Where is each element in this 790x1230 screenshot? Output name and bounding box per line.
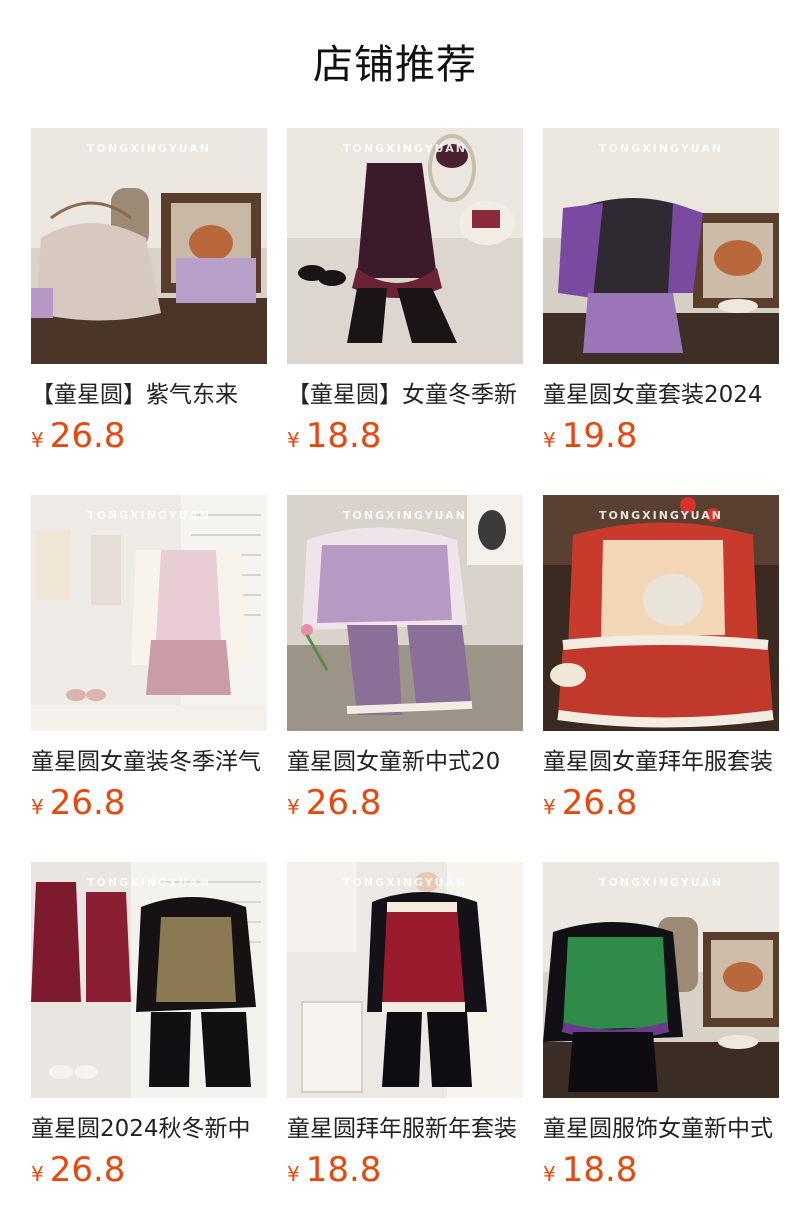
product-card[interactable]: TONGXINGYUAN 童星圆女童拜年服套装 ¥26.8	[543, 495, 779, 823]
brand-watermark: TONGXINGYUAN	[343, 142, 467, 155]
product-price: ¥18.8	[287, 1150, 523, 1190]
product-image[interactable]: TONGXINGYUAN	[287, 862, 523, 1098]
price-value: 26.8	[561, 783, 638, 823]
product-name[interactable]: 【童星圆】女童冬季新	[287, 380, 523, 410]
product-card[interactable]: TONGXINGYUAN 【童星圆】女童冬季新 ¥18.8	[287, 128, 523, 456]
product-name[interactable]: 童星圆服饰女童新中式	[543, 1114, 779, 1144]
product-image[interactable]: TONGXINGYUAN	[31, 862, 267, 1098]
price-value: 19.8	[561, 416, 638, 456]
product-card[interactable]: TONGXINGYUAN 童星圆女童新中式20 ¥26.8	[287, 495, 523, 823]
product-name[interactable]: 童星圆女童装冬季洋气	[31, 747, 267, 777]
product-price: ¥26.8	[543, 783, 779, 823]
product-name[interactable]: 童星圆拜年服新年套装	[287, 1114, 523, 1144]
product-photo	[287, 128, 523, 364]
currency-symbol: ¥	[287, 428, 300, 452]
price-value: 18.8	[561, 1150, 638, 1190]
product-name[interactable]: 童星圆女童新中式20	[287, 747, 523, 777]
price-value: 18.8	[305, 416, 382, 456]
product-card[interactable]: TONGXINGYUAN 童星圆拜年服新年套装 ¥18.8	[287, 862, 523, 1190]
product-image[interactable]: TONGXINGYUAN	[543, 128, 779, 364]
product-photo	[31, 128, 267, 364]
brand-watermark: TONGXINGYUAN	[87, 142, 211, 155]
product-card[interactable]: TONGXINGYUAN 童星圆2024秋冬新中 ¥26.8	[31, 862, 267, 1190]
currency-symbol: ¥	[31, 1162, 44, 1186]
product-card[interactable]: TONGXINGYUAN 童星圆女童装冬季洋气 ¥26.8	[31, 495, 267, 823]
product-card[interactable]: TONGXINGYUAN 童星圆女童套装2024 ¥19.8	[543, 128, 779, 456]
product-price: ¥26.8	[31, 783, 267, 823]
product-price: ¥26.8	[287, 783, 523, 823]
product-name[interactable]: 童星圆女童套装2024	[543, 380, 779, 410]
product-image[interactable]: TONGXINGYUAN	[287, 128, 523, 364]
currency-symbol: ¥	[543, 795, 556, 819]
product-photo	[31, 495, 267, 731]
currency-symbol: ¥	[543, 1162, 556, 1186]
brand-watermark: TONGXINGYUAN	[599, 142, 723, 155]
brand-watermark: TONGXINGYUAN	[87, 509, 211, 522]
brand-watermark: TONGXINGYUAN	[87, 876, 211, 889]
product-price: ¥18.8	[287, 416, 523, 456]
brand-watermark: TONGXINGYUAN	[599, 509, 723, 522]
product-name[interactable]: 【童星圆】紫气东来	[31, 380, 267, 410]
product-image[interactable]: TONGXINGYUAN	[31, 128, 267, 364]
product-price: ¥18.8	[543, 1150, 779, 1190]
currency-symbol: ¥	[287, 1162, 300, 1186]
brand-watermark: TONGXINGYUAN	[599, 876, 723, 889]
product-image[interactable]: TONGXINGYUAN	[31, 495, 267, 731]
product-photo	[543, 862, 779, 1098]
price-value: 26.8	[49, 1150, 126, 1190]
currency-symbol: ¥	[31, 795, 44, 819]
product-card[interactable]: TONGXINGYUAN 童星圆服饰女童新中式 ¥18.8	[543, 862, 779, 1190]
currency-symbol: ¥	[287, 795, 300, 819]
product-photo	[543, 128, 779, 364]
product-price: ¥26.8	[31, 1150, 267, 1190]
product-name[interactable]: 童星圆2024秋冬新中	[31, 1114, 267, 1144]
price-value: 18.8	[305, 1150, 382, 1190]
product-photo	[287, 862, 523, 1098]
product-name[interactable]: 童星圆女童拜年服套装	[543, 747, 779, 777]
product-price: ¥19.8	[543, 416, 779, 456]
product-image[interactable]: TONGXINGYUAN	[287, 495, 523, 731]
brand-watermark: TONGXINGYUAN	[343, 876, 467, 889]
brand-watermark: TONGXINGYUAN	[343, 509, 467, 522]
product-price: ¥26.8	[31, 416, 267, 456]
price-value: 26.8	[49, 416, 126, 456]
price-value: 26.8	[49, 783, 126, 823]
product-card[interactable]: TONGXINGYUAN 【童星圆】紫气东来 ¥26.8	[31, 128, 267, 456]
page-title: 店铺推荐	[313, 42, 477, 88]
product-image[interactable]: TONGXINGYUAN	[543, 495, 779, 731]
currency-symbol: ¥	[543, 428, 556, 452]
product-image[interactable]: TONGXINGYUAN	[543, 862, 779, 1098]
product-photo	[287, 495, 523, 731]
product-photo	[31, 862, 267, 1098]
product-photo	[543, 495, 779, 731]
currency-symbol: ¥	[31, 428, 44, 452]
price-value: 26.8	[305, 783, 382, 823]
